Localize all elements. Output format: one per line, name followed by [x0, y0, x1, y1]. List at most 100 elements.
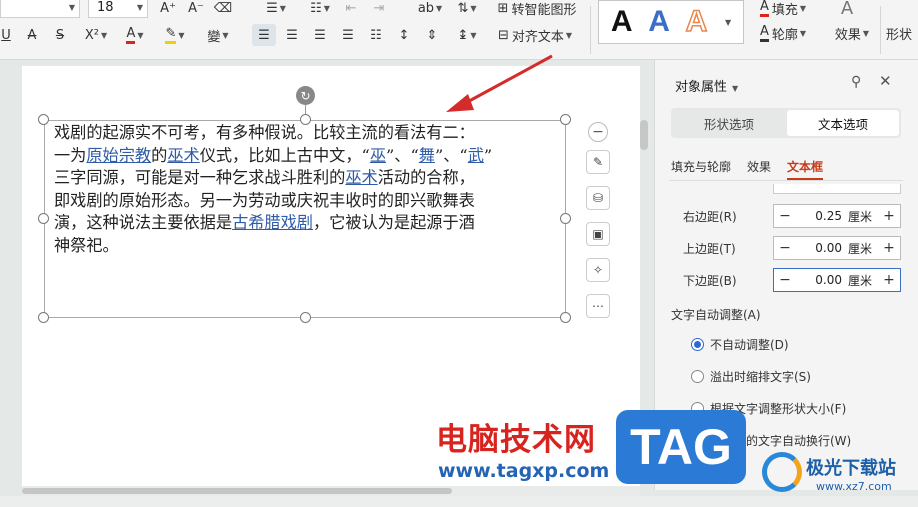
increase-indent-icon[interactable]: ⇥	[368, 0, 390, 19]
art-style-blue[interactable]: A	[648, 5, 670, 39]
panel-divider	[669, 180, 903, 181]
clear-format-icon[interactable]: ⌫	[212, 0, 234, 19]
tab-text-options[interactable]: 文本选项	[787, 110, 899, 136]
shape-effects-button[interactable]: 形状	[886, 22, 918, 44]
text-direction-icon[interactable]: ⇅ ▼	[452, 0, 482, 19]
hyperlink[interactable]: 舞	[419, 146, 435, 165]
hyperlink[interactable]: 武	[468, 146, 484, 165]
text-run: 演，这种说法主要依据是	[54, 213, 233, 233]
art-style-outline[interactable]: A	[685, 4, 708, 39]
text-line[interactable]: 一为原始宗教的巫术仪式，比如上古中文，“巫”、“舞”、“武”	[54, 145, 568, 168]
increment-icon[interactable]: +	[878, 272, 900, 288]
bottom-margin-spinner[interactable]: −0.00 厘米 +	[773, 268, 901, 292]
justify-icon[interactable]: ☰	[338, 24, 358, 46]
gallery-expand-icon[interactable]: ▼	[725, 18, 731, 27]
text-run: 活动的合称，	[377, 168, 475, 188]
align-right-icon[interactable]: ☰	[310, 24, 330, 46]
tab-shape-options[interactable]: 形状选项	[673, 110, 785, 136]
more-icon[interactable]: ⋯	[586, 294, 610, 318]
rotate-icon[interactable]: ↻	[296, 86, 315, 105]
decrease-indent-icon[interactable]: ⇤	[340, 0, 362, 19]
text-effect-button[interactable]: 效果 ▼	[828, 22, 876, 44]
distributed-icon[interactable]: ☷	[366, 24, 386, 46]
spacing-dropdown-icon[interactable]: ↨ ▼	[452, 24, 482, 46]
hyperlink[interactable]: 古希腊戏剧	[232, 213, 313, 232]
subtab-fill-outline[interactable]: 填充与轮廓	[671, 158, 731, 175]
align-left-icon[interactable]: ☰	[252, 24, 276, 46]
phonetic-icon[interactable]: 變 ▼	[198, 24, 238, 46]
right-margin-spinner[interactable]: −0.25 厘米 +	[773, 204, 901, 228]
line-spacing-icon[interactable]: ↕	[394, 24, 414, 46]
radio-shrink-on-overflow[interactable]: 溢出时缩排文字(S)	[691, 368, 811, 385]
decrement-icon[interactable]: −	[774, 240, 796, 256]
vertical-scroll-thumb[interactable]	[640, 120, 648, 150]
grow-font-icon[interactable]: A⁺	[158, 0, 178, 19]
number-list-icon[interactable]: ☷ ▼	[300, 0, 340, 19]
shrink-font-icon[interactable]: A⁻	[186, 0, 206, 19]
hyperlink[interactable]: 原始宗教	[86, 146, 151, 165]
resize-handle-bl[interactable]	[38, 312, 49, 323]
text-run: 一为	[54, 145, 87, 165]
text-line[interactable]: 神祭祀。	[54, 235, 568, 258]
increment-icon[interactable]: +	[878, 208, 900, 224]
align-center-icon[interactable]: ☰	[282, 24, 302, 46]
para-spacing-icon[interactable]: ⇕	[422, 24, 442, 46]
superscript-icon[interactable]: X² ▼	[78, 24, 114, 46]
bullet-list-icon[interactable]: ☰ ▼	[256, 0, 296, 19]
radio-no-autofit[interactable]: 不自动调整(D)	[691, 336, 789, 353]
double-strike-icon[interactable]: S	[50, 24, 70, 46]
text-run: 神祭祀。	[54, 235, 119, 255]
resize-handle-br[interactable]	[560, 312, 571, 323]
outline-box-icon[interactable]: ▣	[586, 222, 610, 246]
highlight-icon[interactable]: ✎ ▼	[158, 24, 192, 46]
decrement-icon[interactable]: −	[774, 272, 796, 288]
hyperlink[interactable]: 巫术	[345, 168, 377, 187]
text-line[interactable]: 戏剧的起源实不可考，有多种假说。比较主流的看法有二：	[54, 122, 568, 145]
radio-icon[interactable]	[691, 370, 704, 383]
watermark-aurora-logo-icon	[762, 452, 802, 492]
close-icon[interactable]: ✕	[879, 72, 892, 90]
art-style-gallery[interactable]: A A A ▼	[598, 0, 744, 44]
text-outline-button[interactable]: A 轮廓 ▼	[760, 22, 824, 44]
hyperlink[interactable]: 巫	[370, 146, 386, 165]
top-margin-spinner[interactable]: −0.00 厘米 +	[773, 236, 901, 260]
hyperlink[interactable]: 巫术	[167, 146, 199, 165]
underline-icon[interactable]: U	[0, 24, 12, 46]
left-margin-spinner-partial[interactable]	[773, 184, 901, 194]
text-line[interactable]: 演，这种说法主要依据是古希腊戏剧，它被认为是起源于酒	[54, 212, 568, 235]
decrement-icon[interactable]: −	[774, 208, 796, 224]
collapse-icon[interactable]: −	[588, 122, 608, 142]
align-text-button[interactable]: ⊟ 对齐文本 ▼	[492, 24, 578, 46]
radio-selected-icon[interactable]	[691, 338, 704, 351]
text-line[interactable]: 三字同源，可能是对一种乞求战斗胜利的巫术活动的合称，	[54, 167, 568, 190]
text-effect-icon[interactable]: A	[836, 0, 858, 19]
bottom-margin-label: 下边距(B)	[683, 274, 737, 288]
ribbon-divider	[880, 6, 881, 54]
increment-icon[interactable]: +	[878, 240, 900, 256]
pin-icon[interactable]: ⚲	[851, 74, 861, 90]
text-run: 三字同源，可能是对一种乞求战斗胜利的	[54, 168, 346, 188]
subtab-textbox[interactable]: 文本框	[787, 158, 824, 180]
panel-title[interactable]: 对象属性 ▼	[675, 76, 738, 95]
top-margin-label: 上边距(T)	[683, 242, 736, 256]
fill-bucket-icon[interactable]: ⛁	[586, 186, 610, 210]
magic-wand-icon[interactable]: ✧	[586, 258, 610, 282]
char-spacing-icon[interactable]: ab ▼	[412, 0, 448, 19]
scroll-thumb[interactable]	[22, 488, 452, 494]
art-style-black[interactable]: A	[611, 5, 633, 39]
resize-handle-ml[interactable]	[38, 213, 49, 224]
subtab-effects[interactable]: 效果	[747, 158, 771, 175]
convert-smartart-button[interactable]: ⊞ 转智能图形	[494, 0, 580, 19]
resize-handle-tl[interactable]	[38, 114, 49, 125]
strikethrough-icon[interactable]: A	[22, 24, 42, 46]
textbox-content[interactable]: 戏剧的起源实不可考，有多种假说。比较主流的看法有二： 一为原始宗教的巫术仪式，比如…	[54, 122, 568, 258]
font-size-box[interactable]: 18 ▼	[88, 0, 148, 18]
horizontal-scrollbar[interactable]	[22, 486, 640, 496]
resize-handle-bc[interactable]	[300, 312, 311, 323]
font-name-box[interactable]: ▼	[0, 0, 80, 18]
text-fill-button[interactable]: A 填充 ▼	[760, 0, 824, 19]
text-run: ”、“	[434, 145, 468, 165]
style-brush-icon[interactable]: ✎	[586, 150, 610, 174]
font-color-icon[interactable]: A ▼	[118, 24, 152, 46]
text-line[interactable]: 即戏剧的原始形态。另一为劳动或庆祝丰收时的即兴歌舞表	[54, 190, 568, 213]
